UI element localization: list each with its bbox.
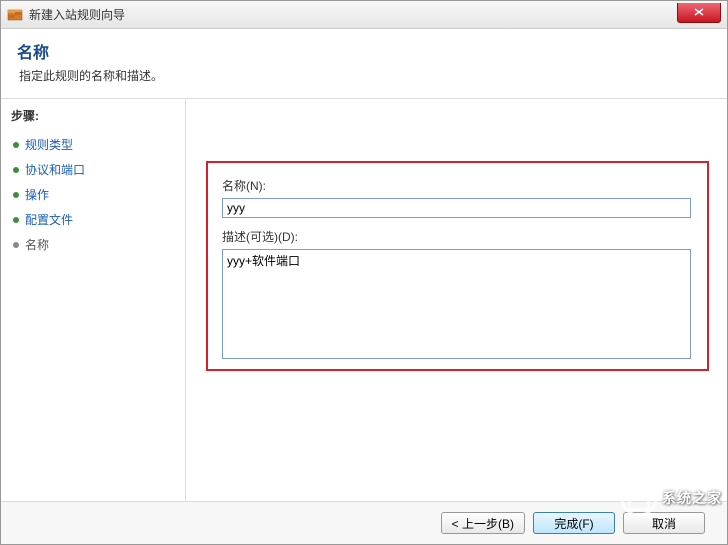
bullet-icon: [13, 142, 19, 148]
description-input[interactable]: [222, 249, 691, 359]
back-button[interactable]: < 上一步(B): [441, 512, 525, 534]
name-label: 名称(N):: [222, 177, 691, 194]
page-title: 名称: [17, 39, 711, 63]
wizard-header: 名称 指定此规则的名称和描述。: [1, 29, 727, 99]
steps-heading: 步骤:: [11, 107, 175, 124]
step-action[interactable]: 操作: [11, 182, 175, 207]
wizard-main: 名称(N): 描述(可选)(D):: [186, 99, 727, 501]
form-area: 名称(N): 描述(可选)(D):: [222, 177, 691, 362]
step-label: 协议和端口: [25, 161, 85, 178]
bullet-icon: [13, 217, 19, 223]
step-label: 操作: [25, 186, 49, 203]
firewall-icon: [7, 7, 23, 23]
description-label: 描述(可选)(D):: [222, 228, 691, 245]
titlebar-left: 新建入站规则向导: [7, 6, 125, 23]
step-label: 名称: [25, 236, 49, 253]
close-button[interactable]: [677, 3, 721, 23]
bullet-icon: [13, 192, 19, 198]
page-subtitle: 指定此规则的名称和描述。: [19, 67, 711, 84]
window-title: 新建入站规则向导: [29, 6, 125, 23]
name-input[interactable]: [222, 198, 691, 218]
cancel-button[interactable]: 取消: [623, 512, 705, 534]
step-label: 规则类型: [25, 136, 73, 153]
step-label: 配置文件: [25, 211, 73, 228]
step-rule-type[interactable]: 规则类型: [11, 132, 175, 157]
steps-sidebar: 步骤: 规则类型 协议和端口 操作 配置文件 名称: [1, 99, 186, 501]
bullet-icon: [13, 167, 19, 173]
wizard-footer: < 上一步(B) 完成(F) 取消: [1, 501, 727, 544]
bullet-icon: [13, 242, 19, 248]
step-protocol-port[interactable]: 协议和端口: [11, 157, 175, 182]
step-name[interactable]: 名称: [11, 232, 175, 257]
wizard-body: 步骤: 规则类型 协议和端口 操作 配置文件 名称: [1, 99, 727, 501]
titlebar: 新建入站规则向导: [1, 1, 727, 29]
step-profile[interactable]: 配置文件: [11, 207, 175, 232]
finish-button[interactable]: 完成(F): [533, 512, 615, 534]
wizard-window: 新建入站规则向导 名称 指定此规则的名称和描述。 步骤: 规则类型 协议和端口 …: [0, 0, 728, 545]
